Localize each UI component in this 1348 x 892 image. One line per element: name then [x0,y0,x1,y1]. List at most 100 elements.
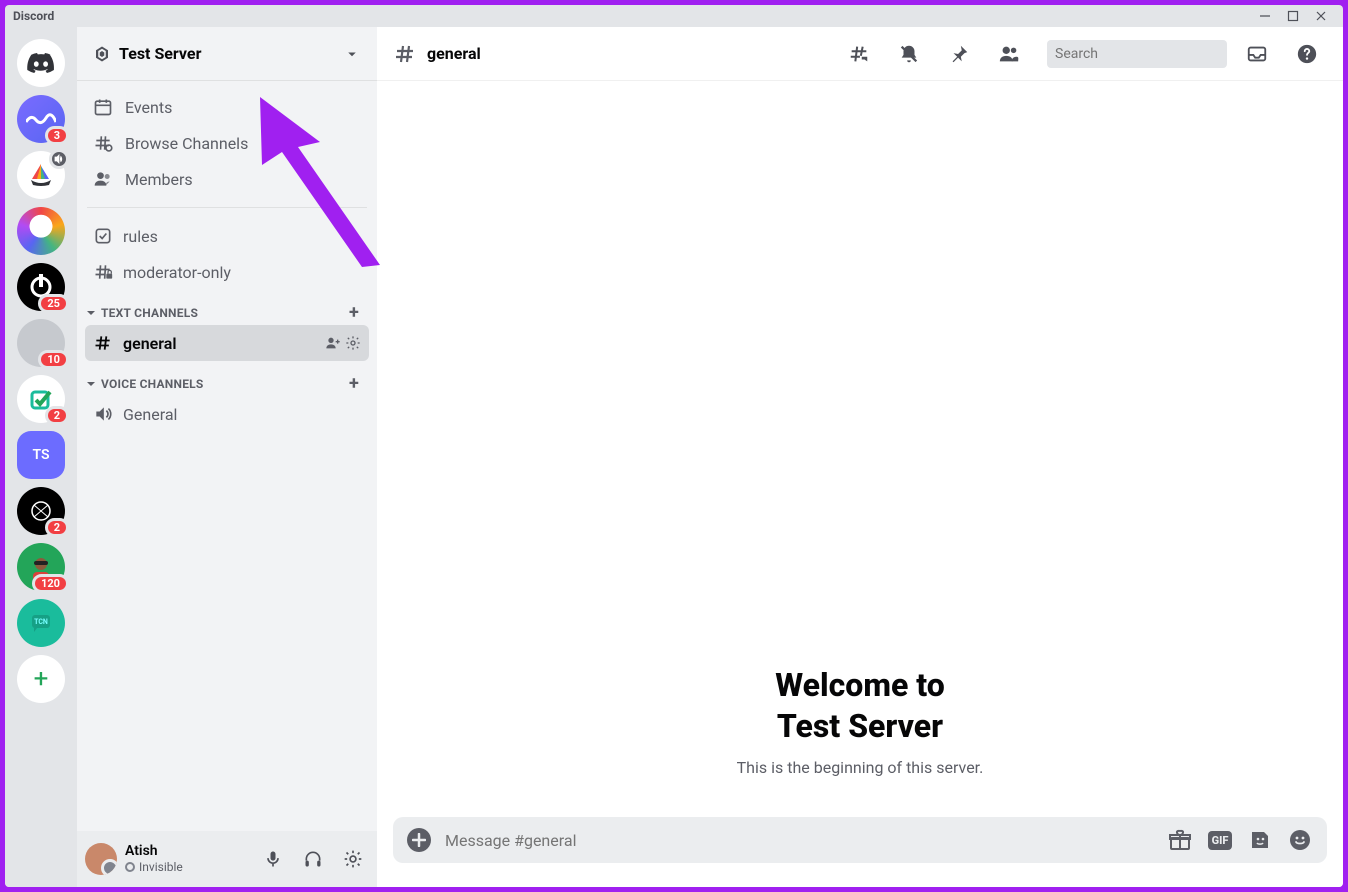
window-maximize-button[interactable] [1279,5,1307,27]
gear-icon [343,849,363,869]
calendar-icon [93,97,113,117]
unread-badge: 2 [45,518,69,537]
welcome-title: Welcome to Test Server [393,665,1327,748]
nav-label: Browse Channels [125,134,248,153]
plus-icon: + [34,664,49,694]
server-icon[interactable]: 2 [17,375,65,423]
sticker-icon [1248,828,1272,852]
channel-name: rules [123,227,158,246]
help-icon [1296,43,1318,65]
emoji-button[interactable] [1287,827,1313,853]
threads-icon [848,43,870,65]
app-frame: Discord 3 [5,5,1343,887]
category-label: TEXT CHANNELS [101,306,198,320]
unread-badge: 25 [38,294,69,313]
browse-channels-nav-item[interactable]: Browse Channels [85,125,369,161]
search-box[interactable] [1047,40,1227,68]
user-status: Invisible [125,860,183,874]
unread-badge: 120 [32,574,69,593]
gift-icon [1168,828,1192,852]
divider [87,207,367,208]
notifications-button[interactable] [895,40,923,68]
upload-button[interactable] [407,828,431,852]
threads-button[interactable] [845,40,873,68]
server-icon[interactable]: 10 [17,319,65,367]
gear-icon[interactable] [345,335,361,351]
server-header-dropdown[interactable]: Test Server [77,27,377,81]
user-info[interactable]: Atish Invisible [125,843,183,874]
channel-name: General [123,405,177,424]
invite-icon[interactable] [325,335,341,351]
channel-name: moderator-only [123,263,231,282]
chevron-down-icon [85,307,97,319]
user-settings-button[interactable] [337,843,369,875]
add-channel-button[interactable]: + [349,302,365,323]
server-icon[interactable]: 120 [17,543,65,591]
rules-channel[interactable]: rules [85,218,369,254]
window-minimize-button[interactable] [1251,5,1279,27]
chat-input-area: GIF [377,817,1343,887]
server-icon-active[interactable]: TS [17,431,65,479]
titlebar: Discord [5,5,1343,27]
hash-icon [93,333,113,353]
add-channel-button[interactable]: + [349,373,365,394]
events-nav-item[interactable]: Events [85,89,369,125]
channel-list: Events Browse Channels Members rules [77,81,377,831]
moderator-only-channel[interactable]: moderator-only [85,254,369,290]
gif-button[interactable]: GIF [1207,827,1233,853]
gift-button[interactable] [1167,827,1193,853]
channel-sidebar: Test Server Events Browse Channels Membe… [77,27,377,887]
app-name: Discord [13,9,54,23]
message-input-bar[interactable]: GIF [393,817,1327,863]
deafen-button[interactable] [297,843,329,875]
current-channel-name: general [427,44,481,63]
message-input[interactable] [445,831,1153,850]
nav-label: Events [125,98,172,117]
general-text-channel[interactable]: general [85,325,369,361]
unread-badge: 3 [45,126,69,145]
welcome-subtitle: This is the beginning of this server. [393,758,1327,777]
chevron-down-icon [343,45,361,63]
server-icon[interactable]: 2 [17,487,65,535]
server-icon[interactable]: 25 [17,263,65,311]
plus-icon [412,833,426,847]
server-boost-icon [93,45,111,63]
mute-mic-button[interactable] [257,843,289,875]
pin-icon [948,43,970,65]
dm-home-button[interactable] [17,39,65,87]
inbox-button[interactable] [1243,40,1271,68]
server-icon[interactable]: 3 [17,95,65,143]
username: Atish [125,843,183,860]
main-area: 3 25 10 2 TS 2 [5,27,1343,887]
chevron-down-icon [85,378,97,390]
window-close-button[interactable] [1307,5,1335,27]
members-nav-item[interactable]: Members [85,161,369,197]
text-channels-category[interactable]: TEXT CHANNELS + [85,290,369,325]
inbox-icon [1246,43,1268,65]
add-server-button[interactable]: + [17,655,65,703]
hash-icon [393,42,417,66]
help-button[interactable] [1293,40,1321,68]
welcome-block: Welcome to Test Server This is the begin… [393,665,1327,777]
pinned-messages-button[interactable] [945,40,973,68]
chat-messages: Welcome to Test Server This is the begin… [377,81,1343,817]
user-avatar[interactable] [85,843,117,875]
members-icon [998,43,1020,65]
bell-mute-icon [898,43,920,65]
status-offline-icon [125,862,135,872]
server-icon[interactable] [17,207,65,255]
headphones-icon [303,849,323,869]
server-icon[interactable]: TCN [17,599,65,647]
sticker-button[interactable] [1247,827,1273,853]
server-initials: TS [32,447,49,463]
unread-badge: 2 [45,406,69,425]
hash-lock-icon [93,262,113,282]
browse-icon [93,133,113,153]
rules-icon [93,226,113,246]
voice-channels-category[interactable]: VOICE CHANNELS + [85,361,369,396]
mic-icon [263,849,283,869]
member-list-button[interactable] [995,40,1023,68]
server-icon[interactable] [17,151,65,199]
search-input[interactable] [1055,46,1233,62]
general-voice-channel[interactable]: General [85,396,369,432]
